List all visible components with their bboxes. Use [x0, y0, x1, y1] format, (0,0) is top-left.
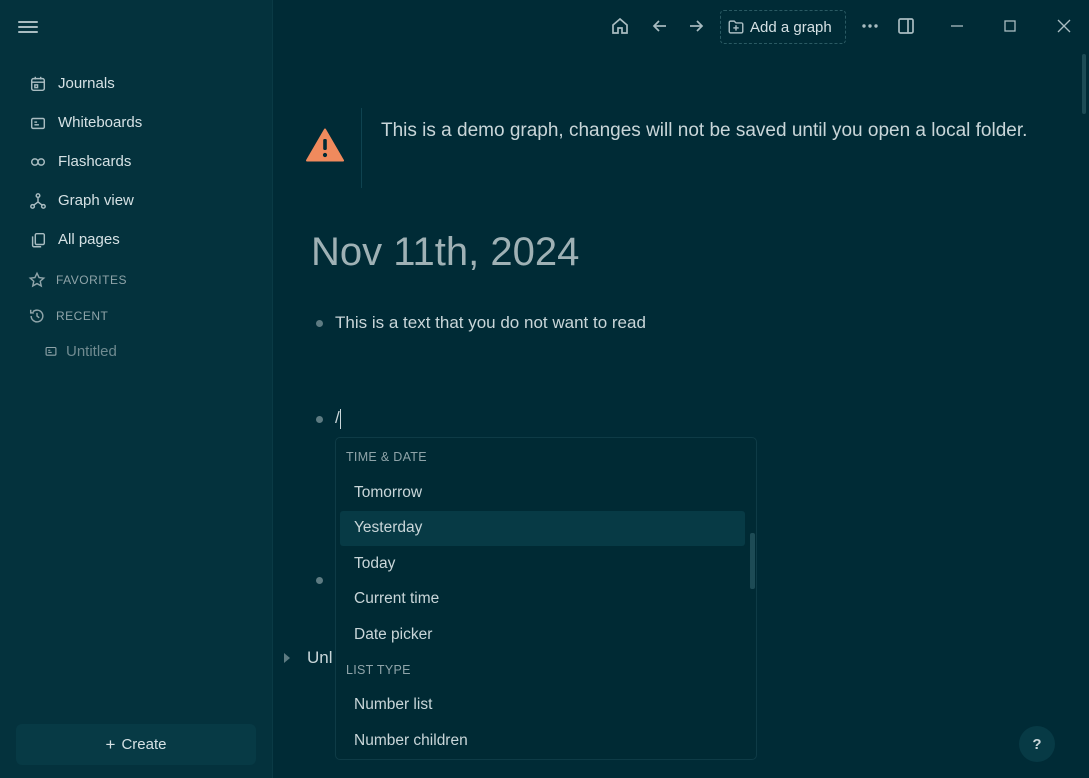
unlinked-label: Unl [307, 648, 333, 667]
favorites-label: FAVORITES [56, 273, 127, 287]
whiteboard-icon [45, 346, 57, 356]
home-icon[interactable] [608, 14, 632, 38]
demo-graph-warning: This is a demo graph, changes will not b… [300, 108, 1060, 188]
add-graph-label: Add a graph [750, 18, 832, 36]
whiteboard-icon [28, 113, 48, 133]
more-options-icon[interactable] [858, 14, 882, 38]
popup-group-header: TIME & DATE [346, 450, 427, 464]
command-item-number-children[interactable]: Number children [340, 723, 745, 759]
block-text[interactable]: This is a text that you do not want to r… [335, 313, 646, 333]
menu-icon[interactable] [18, 18, 38, 36]
maximize-icon[interactable] [998, 14, 1022, 38]
folder-plus-icon [728, 20, 744, 34]
command-item-number-list[interactable]: Number list [340, 688, 745, 724]
pages-icon [28, 230, 48, 250]
toggle-right-sidebar-icon[interactable] [894, 14, 918, 38]
sidebar-nav: Journals Whiteboards Flashcards Graph vi… [0, 64, 273, 368]
slash-command-popup: TIME & DATE Tomorrow Yesterday Today Cur… [335, 437, 757, 760]
help-button[interactable]: ? [1019, 726, 1055, 762]
sidebar-item-label: Graph view [58, 192, 134, 209]
sidebar-item-all-pages[interactable]: All pages [0, 220, 273, 259]
block-bullet[interactable] [316, 416, 323, 423]
history-icon [29, 309, 44, 323]
warning-text: This is a demo graph, changes will not b… [381, 120, 1028, 141]
main-scrollbar[interactable] [1082, 54, 1086, 114]
unlinked-references-toggle[interactable]: Unl [284, 648, 333, 668]
sidebar-item-label: Journals [58, 75, 115, 92]
sidebar-item-label: Flashcards [58, 153, 132, 170]
star-icon [28, 271, 46, 288]
sidebar-item-label: All pages [58, 231, 120, 248]
close-icon[interactable] [1052, 14, 1076, 38]
sidebar-item-graph-view[interactable]: Graph view [0, 181, 273, 220]
back-arrow-icon[interactable] [648, 14, 672, 38]
block-bullet[interactable] [316, 320, 323, 327]
sidebar-item-whiteboards[interactable]: Whiteboards [0, 103, 273, 142]
create-button[interactable]: + Create [16, 724, 256, 765]
text-cursor [340, 409, 341, 429]
sidebar-item-journals[interactable]: Journals [0, 64, 273, 103]
warning-icon [306, 128, 344, 162]
graph-icon [28, 191, 48, 211]
warning-divider [361, 108, 362, 188]
recent-item-label: Untitled [66, 342, 117, 360]
infinity-icon [28, 152, 48, 172]
recent-section[interactable]: RECENT [0, 298, 273, 334]
top-bar: Add a graph [273, 0, 1089, 54]
caret-right-icon [284, 653, 290, 663]
recent-label: RECENT [56, 309, 109, 323]
forward-arrow-icon[interactable] [684, 14, 708, 38]
calendar-icon [28, 74, 48, 94]
command-item-date-picker[interactable]: Date picker [340, 617, 745, 653]
command-item-tomorrow[interactable]: Tomorrow [340, 475, 745, 511]
block-bullet[interactable] [316, 577, 323, 584]
add-graph-button[interactable]: Add a graph [720, 10, 846, 44]
minimize-icon[interactable] [945, 14, 969, 38]
page-title[interactable]: Nov 11th, 2024 [311, 230, 579, 275]
favorites-section[interactable]: FAVORITES [0, 262, 273, 298]
sidebar-item-flashcards[interactable]: Flashcards [0, 142, 273, 181]
create-label: Create [121, 736, 167, 753]
left-sidebar: Journals Whiteboards Flashcards Graph vi… [0, 0, 273, 778]
popup-group-header: LIST TYPE [346, 663, 411, 677]
command-item-current-time[interactable]: Current time [340, 582, 745, 618]
popup-scrollbar[interactable] [750, 533, 755, 589]
plus-icon: + [105, 734, 116, 754]
command-item-yesterday[interactable]: Yesterday [340, 510, 745, 546]
recent-item-untitled[interactable]: Untitled [0, 334, 273, 368]
sidebar-item-label: Whiteboards [58, 114, 143, 131]
command-item-today[interactable]: Today [340, 546, 745, 582]
